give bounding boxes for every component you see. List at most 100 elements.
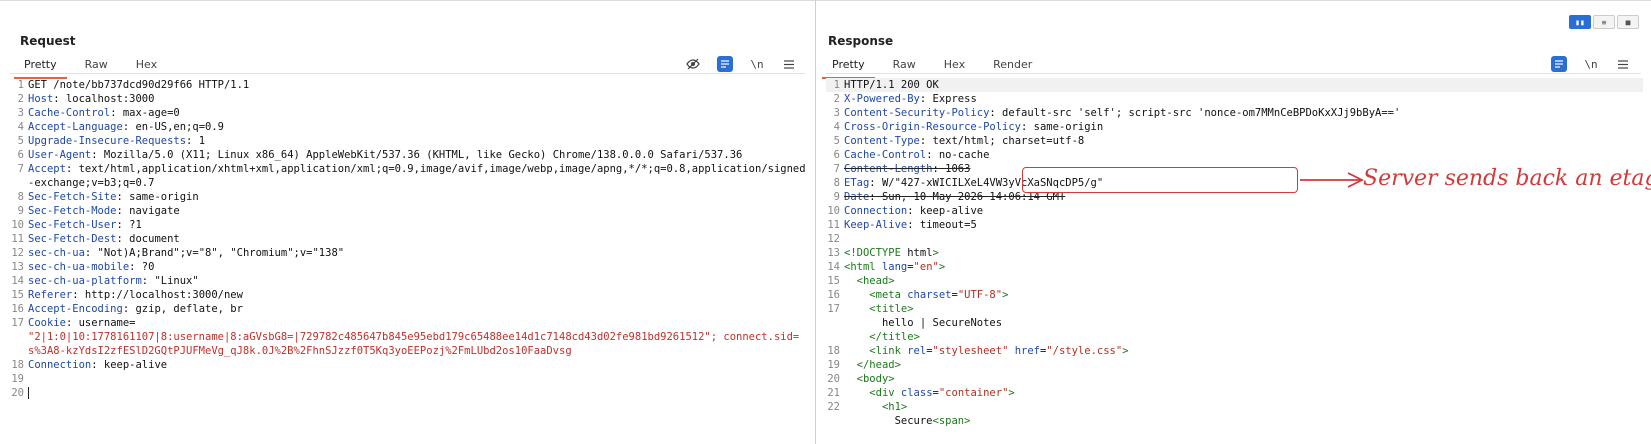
header-name: Host xyxy=(28,93,54,105)
code-line: Secure<span> xyxy=(826,414,1643,428)
tab-raw[interactable]: Raw xyxy=(883,56,926,79)
tab-hex[interactable]: Hex xyxy=(126,56,167,79)
request-toolbar: \n xyxy=(685,56,797,72)
line-content: Host: localhost:3000 xyxy=(28,92,807,106)
header-value: 1 xyxy=(192,135,206,147)
code-line: 4 Accept-Language: en-US,en;q=0.9 xyxy=(10,120,807,134)
line-number: 20 xyxy=(827,373,840,385)
code-line: 22 <h1> xyxy=(826,400,1643,414)
line-content: <head> xyxy=(844,274,1643,288)
line-content: Cross-Origin-Resource-Policy: same-origi… xyxy=(844,120,1643,134)
header-value: username= xyxy=(72,317,136,329)
text-node xyxy=(844,345,869,357)
request-tabs: Pretty Raw Hex xyxy=(14,56,175,79)
line-number: 13 xyxy=(11,261,24,273)
newline-toggle-button[interactable]: \n xyxy=(1583,56,1599,72)
code-line: 2 Host: localhost:3000 xyxy=(10,92,807,106)
eye-off-icon[interactable] xyxy=(685,56,701,72)
line-number: 11 xyxy=(11,233,24,245)
line-number: 13 xyxy=(827,247,840,259)
line-content: <html lang="en"> xyxy=(844,260,1643,274)
header-name: Connection xyxy=(28,359,92,371)
html-attr-value: "en" xyxy=(913,261,939,273)
header-name: Accept xyxy=(28,163,66,175)
line-number: 20 xyxy=(11,387,24,399)
line-content: User-Agent: Mozilla/5.0 (X11; Linux x86_… xyxy=(28,148,807,162)
header-name: Referer xyxy=(28,289,73,301)
line-number xyxy=(826,414,844,428)
tab-hex[interactable]: Hex xyxy=(934,56,975,79)
header-value: Express xyxy=(926,93,977,105)
response-tabs: Pretty Raw Hex Render xyxy=(822,56,1050,79)
line-content: HTTP/1.1 200 OK xyxy=(844,78,1643,92)
wrap-lines-icon[interactable] xyxy=(1551,56,1567,72)
newline-toggle-button[interactable]: \n xyxy=(749,56,765,72)
header-name: sec-ch-ua-platform xyxy=(28,275,142,287)
line-number: 2 xyxy=(17,93,24,105)
code-line: 11 Keep-Alive: timeout=5 xyxy=(826,218,1643,232)
line-number: 22 xyxy=(827,401,840,413)
line-content: Accept-Encoding: gzip, deflate, br xyxy=(28,302,807,316)
code-line: 2 X-Powered-By: Express xyxy=(826,92,1643,106)
header-name: Keep-Alive xyxy=(844,219,908,231)
tab-raw[interactable]: Raw xyxy=(75,56,118,79)
header-value: "Not)A;Brand";v="8", "Chromium";v="138" xyxy=(91,247,345,259)
code-line: 20 <body> xyxy=(826,372,1643,386)
line-content: Sec-Fetch-User: ?1 xyxy=(28,218,807,232)
line-number: 19 xyxy=(11,373,24,385)
header-value: navigate xyxy=(122,205,180,217)
tab-pretty[interactable]: Pretty xyxy=(822,56,875,79)
code-line: 15 <head> xyxy=(826,274,1643,288)
layout-side-by-side-icon[interactable]: ▮▮ xyxy=(1569,15,1591,29)
header-name: Cross-Origin-Resource-Policy xyxy=(844,121,1022,133)
code-line: 20 xyxy=(10,386,807,400)
request-title: Request xyxy=(20,34,76,48)
html-attr: lang xyxy=(875,261,908,273)
html-tag: > xyxy=(894,359,901,371)
header-name: Connection xyxy=(844,205,908,217)
line-number: 6 xyxy=(17,149,24,161)
header-value: http://localhost:3000/new xyxy=(78,289,243,301)
line-number: 2 xyxy=(833,93,840,105)
menu-icon[interactable] xyxy=(781,56,797,72)
code-line: 9 Sec-Fetch-Mode: navigate xyxy=(10,204,807,218)
code-line: 14 sec-ch-ua-platform: "Linux" xyxy=(10,274,807,288)
code-line: 6 Cache-Control: no-cache xyxy=(826,148,1643,162)
text-node xyxy=(844,387,869,399)
header-value: text/html,application/xhtml+xml,applicat… xyxy=(28,163,806,189)
html-tag: > xyxy=(1002,289,1009,301)
header-value: max-age=0 xyxy=(116,107,180,119)
line-number xyxy=(826,330,844,344)
menu-icon[interactable] xyxy=(1615,56,1631,72)
layout-single-icon[interactable]: ■ xyxy=(1617,15,1639,29)
tab-render[interactable]: Render xyxy=(983,56,1042,79)
code-line: 11 Sec-Fetch-Dest: document xyxy=(10,232,807,246)
header-value: timeout=5 xyxy=(913,219,977,231)
code-line: 13 <!DOCTYPE html> xyxy=(826,246,1643,260)
html-tag: <!DOCTYPE xyxy=(844,247,901,259)
tab-pretty[interactable]: Pretty xyxy=(14,56,67,79)
header-name: Accept-Language xyxy=(28,121,123,133)
response-editor[interactable]: 1 HTTP/1.1 200 OK 2 X-Powered-By: Express 3 C… xyxy=(826,78,1643,444)
header-name: Content-Type xyxy=(844,135,920,147)
code-line: 18 <link rel="stylesheet" href="/style.c… xyxy=(826,344,1643,358)
text-node xyxy=(844,359,857,371)
wrap-lines-icon[interactable] xyxy=(717,56,733,72)
line-number: 12 xyxy=(11,247,24,259)
line-number: 16 xyxy=(827,289,840,301)
line-content: <title> xyxy=(844,302,1643,316)
line-content: Sec-Fetch-Mode: navigate xyxy=(28,204,807,218)
html-tag: <html xyxy=(844,261,876,273)
line-content: Accept: text/html,application/xhtml+xml,… xyxy=(28,162,807,190)
header-value: localhost:3000 xyxy=(59,93,155,105)
line-content: <body> xyxy=(844,372,1643,386)
annotation-text: Server sends back an etag xyxy=(1363,166,1651,191)
line-content: </head> xyxy=(844,358,1643,372)
text-node xyxy=(844,303,869,315)
line-content xyxy=(844,232,1643,246)
request-editor[interactable]: 1 GET /note/bb737dcd90d29f66 HTTP/1.1 2 Hos… xyxy=(10,78,807,444)
line-content: Secure<span> xyxy=(844,414,1643,428)
line-content: <div class="container"> xyxy=(844,386,1643,400)
layout-stacked-icon[interactable]: ≡ xyxy=(1593,15,1615,29)
html-attr-value: "stylesheet" xyxy=(932,345,1009,357)
